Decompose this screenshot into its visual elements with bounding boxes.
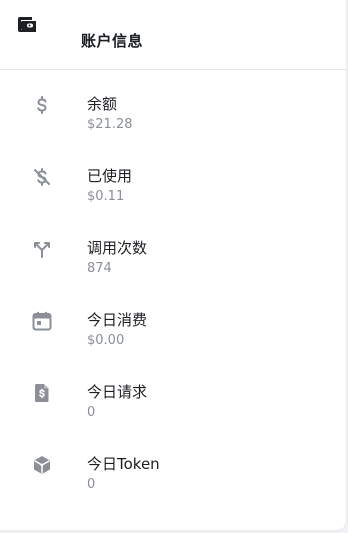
stat-label: 已使用 [87,167,133,185]
stat-label: 今日请求 [87,383,148,401]
card-header: 账户信息 [0,0,346,70]
file-dollar-icon [31,382,53,404]
stat-label: 调用次数 [87,239,148,257]
stat-value: $0.11 [87,189,125,204]
wallet-icon [17,16,37,34]
cube-icon [31,454,53,476]
stat-label: 余额 [87,95,118,113]
stat-item-today-spend: 今日消费 $0.00 [0,286,346,358]
stat-value: 0 [87,477,96,492]
stat-value: $0.00 [87,333,125,348]
stat-value: 0 [87,405,96,420]
stat-item-used: 已使用 $0.11 [0,142,346,214]
stat-value: $21.28 [87,117,133,132]
stat-item-today-requests: 今日请求 0 [0,358,346,430]
stat-item-call-count: 调用次数 874 [0,214,346,286]
split-arrows-icon [31,238,53,260]
account-info-card: 账户信息 余额 $21.28 已使用 $0.11 调用次数 874 今日消费 $… [0,0,347,531]
stat-label: 今日Token [87,455,160,473]
card-title: 账户信息 [81,32,144,50]
stat-value: 874 [87,261,112,276]
stat-label: 今日消费 [87,311,148,329]
stat-item-balance: 余额 $21.28 [0,70,346,142]
dollar-icon [31,94,53,116]
dollar-off-icon [31,166,53,188]
stat-item-today-token: 今日Token 0 [0,430,346,502]
calendar-icon [31,310,53,332]
